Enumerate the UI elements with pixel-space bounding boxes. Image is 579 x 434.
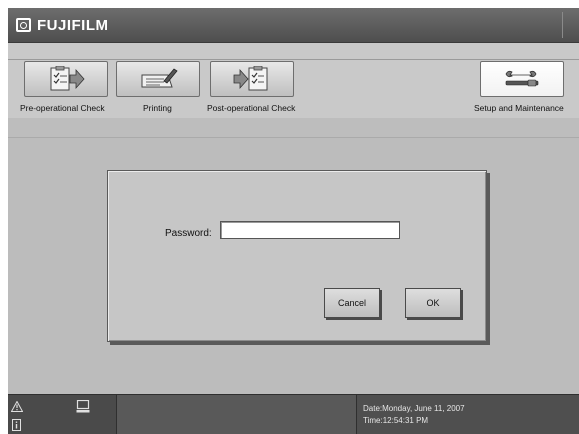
password-dialog: Password: Cancel OK [107,170,487,342]
info-icon[interactable] [12,419,21,431]
post-operational-check-label: Post-operational Check [207,103,296,113]
toolbar-band [8,118,579,137]
time-text: Time:12:54:31 PM [363,416,429,425]
post-operational-check-button[interactable] [210,61,294,97]
status-icons-panel [8,395,117,434]
computer-icon[interactable] [76,400,90,413]
arrow-checklist-icon [233,66,268,91]
brand-name: FUJIFILM [37,16,109,34]
fujifilm-mark-icon [16,18,31,32]
main-toolbar: Pre-operational Check Printing Post-oper… [8,43,579,138]
toolbar-separator [8,59,579,60]
date-text: Date:Monday, June 11, 2007 [363,404,465,413]
password-input[interactable] [220,221,400,239]
setup-and-maintenance-label: Setup and Maintenance [474,103,564,113]
title-bar-divider [562,12,563,38]
ok-button[interactable]: OK [405,288,461,318]
password-label: Password: [165,228,212,239]
brand-logo: FUJIFILM [16,15,109,35]
checklist-arrow-icon [50,66,85,91]
status-bar: Date:Monday, June 11, 2007 Time:12:54:31… [8,394,579,434]
cancel-button[interactable]: Cancel [324,288,380,318]
pre-operational-check-button[interactable] [24,61,108,97]
setup-and-maintenance-button[interactable] [480,61,564,97]
printing-pen-icon [141,68,178,88]
pre-operational-check-label: Pre-operational Check [20,103,105,113]
printing-label: Printing [143,103,172,113]
printing-button[interactable] [116,61,200,97]
tools-icon [505,70,539,87]
main-area: Password: Cancel OK [8,138,579,394]
warning-icon[interactable] [11,401,23,412]
title-bar: FUJIFILM [8,8,579,43]
app-window: FUJIFILM Pre-operational Check Printing … [8,8,579,434]
status-message-panel [117,395,356,434]
datetime-panel: Date:Monday, June 11, 2007 Time:12:54:31… [356,395,579,434]
